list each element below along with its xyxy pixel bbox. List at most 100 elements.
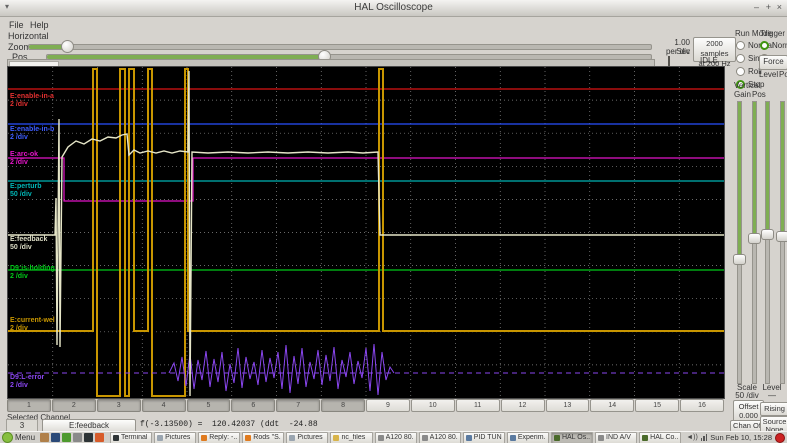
- trigger-normal[interactable]: Normal: [760, 39, 787, 51]
- window-label: Reply: -...: [209, 434, 238, 441]
- window-title: HAL Oscilloscope: [354, 2, 433, 13]
- clock[interactable]: Sun Feb 10, 15:28: [710, 433, 772, 442]
- system-tray: ◄)) Sun Feb 10, 15:28: [683, 432, 785, 443]
- taskbar-window-terminal[interactable]: Terminal: [110, 431, 153, 443]
- taskbar-window-ind-a-v[interactable]: IND A/V: [595, 431, 638, 443]
- channel-button-2[interactable]: 2: [51, 399, 96, 412]
- channel-label-E:enable-in-b[interactable]: E:enable-in-b 2 /div: [10, 126, 54, 142]
- channel-button-15[interactable]: 15: [635, 399, 680, 412]
- rising-button[interactable]: Rising: [760, 402, 787, 416]
- channel-label-E:perturb[interactable]: E:perturb 50 /div: [10, 183, 42, 199]
- window-icon: [289, 434, 296, 441]
- vertical-pos-slider-handle[interactable]: [748, 232, 761, 244]
- level-value: —: [768, 391, 776, 400]
- taskbar-window-pid-tune[interactable]: PID TUNE: [462, 431, 505, 443]
- maximize-button[interactable]: +: [766, 2, 771, 12]
- taskbar-window-reply-[interactable]: Reply: -...: [198, 431, 241, 443]
- channel-button-1[interactable]: 1: [7, 399, 51, 412]
- gain-slider[interactable]: [733, 101, 746, 384]
- window-label: HAL Os...: [561, 434, 591, 441]
- trigger-pos-slider[interactable]: [776, 101, 787, 384]
- channel-button-6[interactable]: 6: [231, 399, 276, 412]
- radio-icon[interactable]: [736, 66, 745, 76]
- scope-display[interactable]: E:enable-in-a 2 /div E:enable-in-b 2 /div E:…: [7, 66, 725, 399]
- window-label: Pictures: [165, 434, 191, 441]
- zoom-slider[interactable]: [28, 40, 652, 53]
- channel-button-8[interactable]: 8: [321, 399, 365, 412]
- close-button[interactable]: ×: [777, 2, 782, 12]
- browser-icon[interactable]: [51, 433, 61, 442]
- channel-button-14[interactable]: 14: [590, 399, 635, 412]
- channel-label-D9:L-error[interactable]: D9:L-error 2 /div: [10, 374, 44, 390]
- volume-icon[interactable]: ◄)): [686, 434, 698, 441]
- window-label: HAL Co...: [650, 434, 679, 441]
- scope-canvas: [8, 67, 724, 398]
- window-icon: [113, 434, 120, 441]
- taskbar-window-nc-files[interactable]: nc_files: [330, 431, 373, 443]
- taskbar-window-experim-[interactable]: Experim...: [506, 431, 549, 443]
- zoom-slider-track[interactable]: [28, 44, 652, 50]
- window-icon: [509, 434, 516, 441]
- minimize-button[interactable]: –: [754, 2, 759, 12]
- acquire-status: IDLE: [700, 56, 718, 65]
- pen-icon[interactable]: [40, 433, 50, 442]
- menu-icon[interactable]: [2, 432, 13, 443]
- screen-icon[interactable]: [62, 433, 72, 442]
- force-trigger-button[interactable]: Force: [759, 55, 787, 70]
- window-icon: [157, 434, 164, 441]
- vertical-pos-label: Pos: [752, 90, 766, 99]
- radio-icon[interactable]: [736, 53, 745, 63]
- channel-label-E:feedback[interactable]: E:feedback 50 /div: [10, 236, 47, 252]
- channel-button-4[interactable]: 4: [141, 399, 186, 412]
- window-icon: [553, 434, 560, 441]
- channel-button-3[interactable]: 3: [96, 399, 141, 412]
- channel-button-11[interactable]: 11: [455, 399, 500, 412]
- channel-label-E:current-wel[interactable]: E:current-wel 2 /div: [10, 317, 55, 333]
- horizontal-section-label: Horizontal: [8, 31, 49, 41]
- channel-label-D9:is-holding[interactable]: D9:is-holding 2 /div: [10, 265, 55, 281]
- channel-button-5[interactable]: 5: [186, 399, 231, 412]
- title-bar[interactable]: ▾ HAL Oscilloscope – + ×: [0, 0, 787, 17]
- window-label: Rods "S...: [253, 434, 281, 441]
- channel-button-9[interactable]: 9: [366, 399, 410, 412]
- radio-icon[interactable]: [736, 40, 745, 50]
- trace-D9:L-error: [168, 343, 395, 396]
- taskbar-window-hal-co-[interactable]: HAL Co...: [639, 431, 682, 443]
- taskbar-windows: Terminal Pictures Reply: -... Rods "S... Pic…: [110, 431, 682, 443]
- taskbar-window-a120-80-[interactable]: A120 80...: [418, 431, 461, 443]
- window-label: Terminal: [121, 434, 148, 441]
- taskbar-window-pictures[interactable]: Pictures: [286, 431, 329, 443]
- network-icon[interactable]: [700, 434, 708, 441]
- photos-icon[interactable]: [95, 433, 105, 442]
- channel-button-16[interactable]: 16: [680, 399, 724, 412]
- trigger-level-slider[interactable]: [761, 101, 774, 384]
- taskbar-window-hal-os-[interactable]: HAL Os...: [550, 431, 594, 443]
- terminal-dark-icon[interactable]: [84, 433, 94, 442]
- channel-button-13[interactable]: 13: [545, 399, 590, 412]
- window-label: Pictures: [297, 434, 323, 441]
- hal-oscilloscope-window: ▾ HAL Oscilloscope – + × File Help Horiz…: [0, 0, 787, 443]
- radio-icon[interactable]: [760, 40, 769, 50]
- window-icon: [421, 434, 428, 441]
- file-manager-icon[interactable]: [73, 433, 83, 442]
- trigger-level-label: Level: [759, 70, 779, 79]
- notification-icon[interactable]: [775, 432, 785, 443]
- trigger-level-slider-handle[interactable]: [761, 228, 774, 240]
- window-icon: [333, 434, 340, 441]
- channel-label-E:arc-ok[interactable]: E:arc-ok 2 /div: [10, 151, 38, 167]
- window-label: IND A/V: [606, 434, 631, 441]
- vertical-pos-slider[interactable]: [748, 101, 761, 384]
- menu-file[interactable]: File: [6, 19, 27, 31]
- taskbar-window-rods-s-[interactable]: Rods "S...: [242, 431, 285, 443]
- window-icon: [465, 434, 472, 441]
- channel-label-E:enable-in-a[interactable]: E:enable-in-a 2 /div: [10, 93, 54, 109]
- taskbar-menu-label[interactable]: Menu: [15, 433, 35, 442]
- taskbar-window-a120-80-[interactable]: A120 80...: [374, 431, 417, 443]
- gain-slider-handle[interactable]: [733, 253, 746, 265]
- channel-button-7[interactable]: 7: [276, 399, 321, 412]
- trigger-pos-slider-handle[interactable]: [776, 230, 787, 242]
- taskbar-window-pictures[interactable]: Pictures: [154, 431, 197, 443]
- menu-help[interactable]: Help: [27, 19, 52, 31]
- channel-button-12[interactable]: 12: [500, 399, 545, 412]
- channel-button-10[interactable]: 10: [410, 399, 455, 412]
